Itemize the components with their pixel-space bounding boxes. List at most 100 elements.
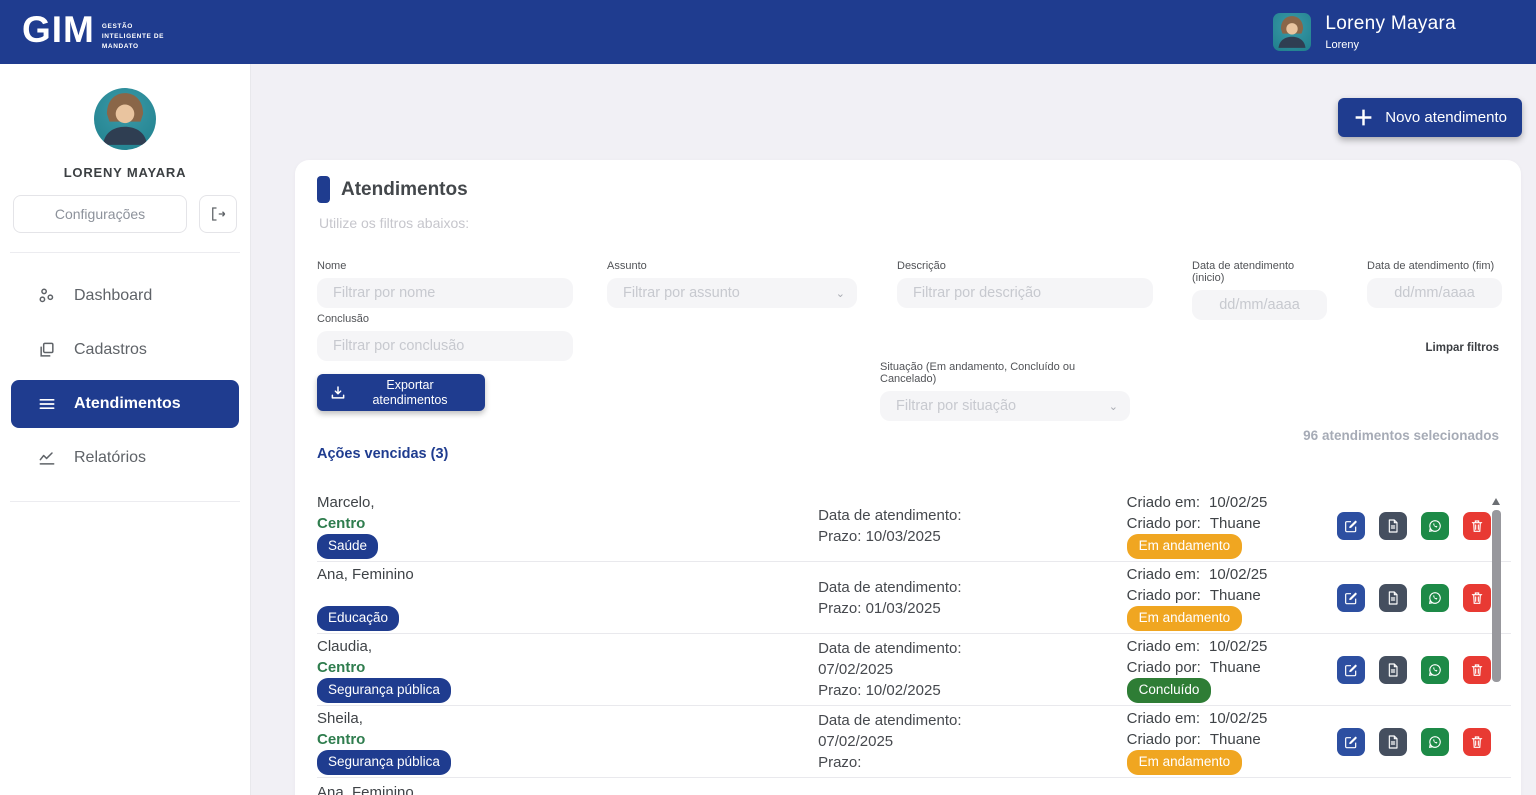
sidebar-item-dashboard[interactable]: Dashboard	[11, 272, 239, 320]
delete-icon	[1469, 518, 1485, 534]
edit-button[interactable]	[1337, 728, 1365, 756]
settings-button[interactable]: Configurações	[13, 195, 187, 233]
sidebar-item-label: Atendimentos	[74, 395, 181, 413]
data-fim-input[interactable]	[1367, 278, 1502, 308]
filter-data-inicio-label: Data de atendimento (inicio)	[1192, 260, 1327, 284]
assunto-select[interactable]	[607, 278, 857, 308]
status-wrap: Em andamento	[1127, 534, 1337, 559]
descricao-input[interactable]	[897, 278, 1153, 308]
sidebar-item-relatorios[interactable]: Relatórios	[11, 434, 239, 482]
topbar-user-text: Loreny Mayara Loreny	[1325, 13, 1456, 51]
clear-filters-link[interactable]: Limpar filtros	[1426, 342, 1499, 354]
edit-icon	[1343, 662, 1359, 678]
delete-button[interactable]	[1463, 656, 1491, 684]
copy-icon	[37, 340, 57, 360]
whatsapp-button[interactable]	[1421, 584, 1449, 612]
list-scrollbar[interactable]	[1492, 498, 1501, 795]
date-line: Prazo: 01/03/2025	[818, 598, 1127, 619]
created-by-label: Criado por:	[1127, 585, 1201, 606]
created-by-value: Thuane	[1210, 513, 1261, 534]
sidebar-item-cadastros[interactable]: Cadastros	[11, 326, 239, 374]
edit-button[interactable]	[1337, 656, 1365, 684]
document-button[interactable]	[1379, 512, 1407, 540]
status-badge: Em andamento	[1127, 750, 1243, 775]
overdue-actions-link[interactable]: Ações vencidas (3)	[317, 446, 448, 462]
created-at-label: Criado em:	[1127, 564, 1200, 585]
filter-conclusao-label: Conclusão	[317, 313, 573, 325]
delete-icon	[1469, 590, 1485, 606]
plus-icon	[1353, 107, 1374, 128]
filter-descricao-label: Descrição	[897, 260, 1153, 272]
row-actions	[1337, 728, 1491, 756]
date-line: Prazo: 10/02/2025	[818, 680, 1127, 701]
subject-tag-badge: Saúde	[317, 534, 378, 559]
sidebar-item-atendimentos[interactable]: Atendimentos	[11, 380, 239, 428]
new-atendimento-button[interactable]: Novo atendimento	[1338, 98, 1522, 137]
atendimentos-card: Atendimentos Utilize os filtros abaixos:…	[295, 160, 1521, 795]
line-chart-icon	[37, 448, 57, 468]
situacao-select[interactable]	[880, 391, 1130, 421]
user-name: Loreny Mayara	[1325, 13, 1456, 35]
list-item: Marcelo,CentroSaúdeData de atendimento:P…	[317, 490, 1511, 562]
date-line: Data de atendimento:	[818, 710, 1127, 731]
row-created-column: Criado em:10/02/25Criado por:ThuaneEm an…	[1127, 708, 1337, 775]
citizen-name: Ana, Feminino	[317, 782, 818, 795]
document-icon	[1385, 518, 1401, 534]
scroll-up-arrow-icon[interactable]	[1492, 498, 1500, 505]
citizen-name: Ana, Feminino	[317, 564, 818, 585]
created-by-value: Thuane	[1210, 729, 1261, 750]
data-inicio-input[interactable]	[1192, 290, 1327, 320]
delete-button[interactable]	[1463, 512, 1491, 540]
whatsapp-button[interactable]	[1421, 512, 1449, 540]
date-line: 07/02/2025	[818, 731, 1127, 752]
document-button[interactable]	[1379, 656, 1407, 684]
profile-actions: Configurações	[0, 195, 250, 233]
subject-tag-badge: Segurança pública	[317, 678, 451, 703]
filter-data-fim: Data de atendimento (fim)	[1367, 260, 1502, 308]
created-at-value: 10/02/25	[1209, 492, 1267, 513]
subject-tag-wrap: Segurança pública	[317, 678, 818, 703]
app: GIM GESTÃO INTELIGENTE DE MANDATO Loreny…	[0, 0, 1536, 795]
created-at: Criado em: 10/02/25	[1127, 564, 1337, 585]
citizen-area: Centro	[317, 657, 818, 678]
edit-icon	[1343, 518, 1359, 534]
delete-button[interactable]	[1463, 584, 1491, 612]
citizen-area: Centro	[317, 729, 818, 750]
status-badge: Em andamento	[1127, 534, 1243, 559]
whatsapp-button[interactable]	[1421, 728, 1449, 756]
whatsapp-button[interactable]	[1421, 656, 1449, 684]
export-atendimentos-button[interactable]: Exportar atendimentos	[317, 374, 485, 411]
row-dates-column: Data de atendimento:07/02/2025Prazo:	[818, 710, 1127, 773]
sidebar-item-label: Cadastros	[74, 341, 147, 359]
row-actions	[1337, 656, 1491, 684]
logout-button[interactable]	[199, 195, 237, 233]
profile-name: LORENY MAYARA	[64, 165, 187, 180]
row-actions	[1337, 584, 1491, 612]
list-item: Sheila,CentroSegurança públicaData de at…	[317, 706, 1511, 778]
status-wrap: Concluído	[1127, 678, 1337, 703]
conclusao-input[interactable]	[317, 331, 573, 361]
date-line: 07/02/2025	[818, 659, 1127, 680]
card-subtitle: Utilize os filtros abaixos:	[319, 215, 469, 231]
topbar-user[interactable]: Loreny Mayara Loreny	[1273, 13, 1456, 51]
divider	[10, 252, 240, 253]
created-by: Criado por:Thuane	[1127, 513, 1337, 534]
edit-button[interactable]	[1337, 584, 1365, 612]
sidebar-item-label: Dashboard	[74, 287, 152, 305]
row-created-column: Criado em:10/02/25Criado por:ThuaneEm an…	[1127, 564, 1337, 631]
document-button[interactable]	[1379, 728, 1407, 756]
created-at-label: Criado em:	[1127, 708, 1200, 729]
edit-button[interactable]	[1337, 512, 1365, 540]
citizen-name: Marcelo,	[317, 492, 818, 513]
citizen-area	[317, 585, 818, 606]
download-icon	[329, 384, 347, 402]
delete-button[interactable]	[1463, 728, 1491, 756]
status-badge: Em andamento	[1127, 606, 1243, 631]
nome-input[interactable]	[317, 278, 573, 308]
created-at-value: 10/02/25	[1209, 564, 1267, 585]
date-line: Data de atendimento:	[818, 638, 1127, 659]
avatar-photo	[1273, 13, 1311, 51]
scrollbar-thumb[interactable]	[1492, 510, 1501, 682]
document-button[interactable]	[1379, 584, 1407, 612]
edit-icon	[1343, 590, 1359, 606]
